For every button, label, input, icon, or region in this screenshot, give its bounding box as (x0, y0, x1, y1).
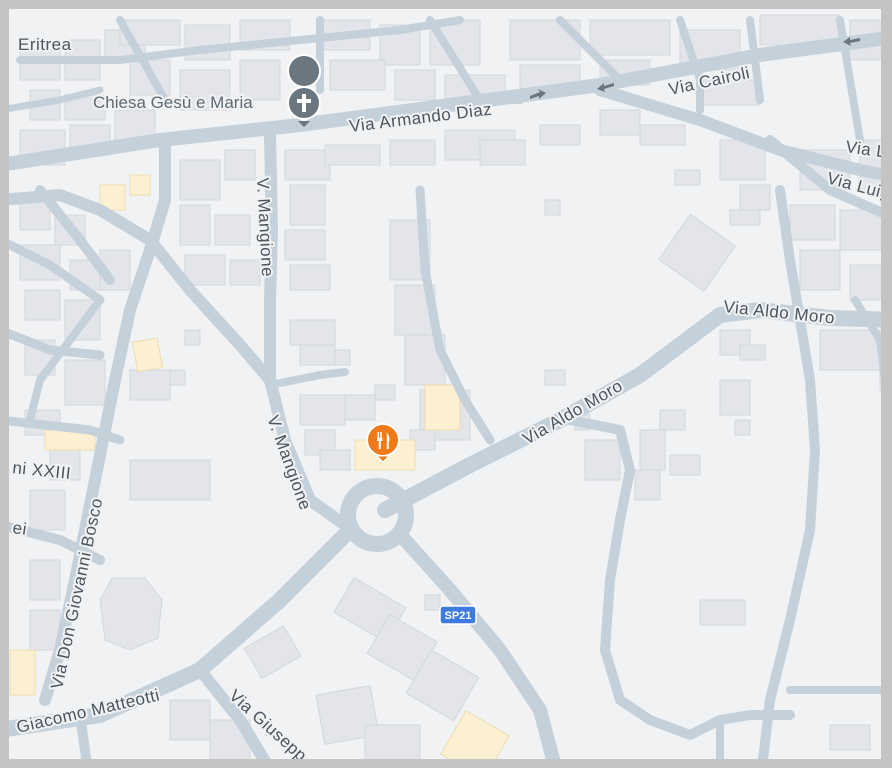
road-label-eritrea: Eritrea (18, 35, 72, 54)
map-canvas[interactable]: Via Armando Diaz Via Cairoli Via L Via L… (0, 0, 892, 768)
map-viewport[interactable]: Via Armando Diaz Via Cairoli Via L Via L… (0, 0, 892, 768)
church-label: Chiesa Gesù e Maria (93, 93, 253, 112)
route-shield-label: SP21 (445, 610, 472, 622)
road-label-ei: ei (11, 518, 28, 539)
route-shield-sp21: SP21 (439, 605, 477, 625)
